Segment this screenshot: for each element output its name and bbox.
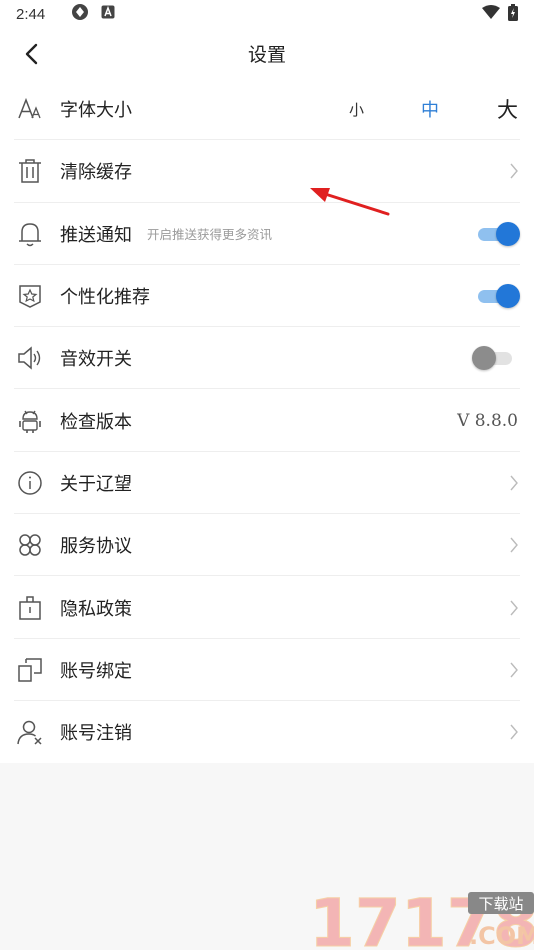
row-check-version[interactable]: 检查版本 V 8.8.0 <box>0 389 534 453</box>
row-font-size: 字体大小 小 中 大 <box>0 78 534 141</box>
font-size-icon <box>16 95 44 123</box>
chevron-right-icon <box>508 661 520 679</box>
account-binding-label: 账号绑定 <box>60 660 132 682</box>
status-time: 2:44 <box>16 5 46 23</box>
user-remove-icon <box>16 718 44 746</box>
watermark-badge: 下载站 <box>478 895 523 913</box>
font-size-label: 字体大小 <box>60 100 132 122</box>
app-notification-icon <box>71 3 89 25</box>
watermark-logo: 17178 下载站 .COM <box>309 888 534 950</box>
row-privacy[interactable]: 隐私政策 <box>0 576 534 639</box>
bell-icon <box>16 220 44 248</box>
font-size-large-option[interactable]: 大 <box>497 94 518 124</box>
chevron-right-icon <box>508 723 520 741</box>
row-sound: 音效开关 <box>0 327 534 390</box>
a-notification-icon <box>101 5 115 23</box>
android-icon <box>16 407 44 435</box>
info-icon <box>16 469 44 497</box>
chevron-right-icon <box>508 474 520 492</box>
speaker-icon <box>16 344 44 372</box>
push-toggle[interactable] <box>476 221 520 246</box>
push-description: 开启推送获得更多资讯 <box>147 227 273 243</box>
font-size-options: 小 中 大 <box>349 94 518 124</box>
font-size-medium-option[interactable]: 中 <box>421 96 439 122</box>
trash-icon <box>16 157 44 185</box>
chevron-right-icon <box>508 599 520 617</box>
sound-toggle[interactable] <box>472 346 516 371</box>
privacy-label: 隐私政策 <box>60 598 132 620</box>
privacy-box-icon <box>16 594 44 622</box>
chevron-right-icon <box>508 536 520 554</box>
annotation-arrow-icon <box>310 188 390 216</box>
version-value: V 8.8.0 <box>457 410 518 431</box>
push-label: 推送通知 <box>60 224 132 246</box>
row-account-cancel[interactable]: 账号注销 <box>0 701 534 763</box>
personalized-toggle[interactable] <box>476 284 520 309</box>
page-title: 设置 <box>247 44 286 66</box>
row-account-binding[interactable]: 账号绑定 <box>0 639 534 702</box>
settings-list: 字体大小 小 中 大 清除缓存 推送通知 开启推送获得更多资讯 个性化推荐 音效… <box>0 78 534 764</box>
about-label: 关于辽望 <box>60 473 132 495</box>
font-size-small-option[interactable]: 小 <box>349 99 364 120</box>
status-bar: 2:44 <box>0 0 534 28</box>
personalized-label: 个性化推荐 <box>60 287 150 309</box>
chevron-right-icon <box>508 162 520 180</box>
row-personalized: 个性化推荐 <box>0 265 534 328</box>
link-squares-icon <box>16 656 44 684</box>
battery-icon <box>508 3 518 25</box>
row-push-notification: 推送通知 开启推送获得更多资讯 <box>0 203 534 266</box>
wifi-icon <box>482 5 500 23</box>
nav-bar: 设置 <box>0 28 534 78</box>
clear-cache-label: 清除缓存 <box>60 162 132 184</box>
sound-label: 音效开关 <box>60 349 132 371</box>
clover-icon <box>16 531 44 559</box>
row-about[interactable]: 关于辽望 <box>0 452 534 515</box>
account-cancel-label: 账号注销 <box>60 723 132 745</box>
check-version-label: 检查版本 <box>60 411 132 433</box>
agreement-label: 服务协议 <box>60 536 132 558</box>
star-badge-icon <box>16 282 44 310</box>
watermark-domain: .COM <box>469 922 534 950</box>
row-clear-cache[interactable]: 清除缓存 <box>0 140 534 203</box>
row-agreement[interactable]: 服务协议 <box>0 514 534 577</box>
